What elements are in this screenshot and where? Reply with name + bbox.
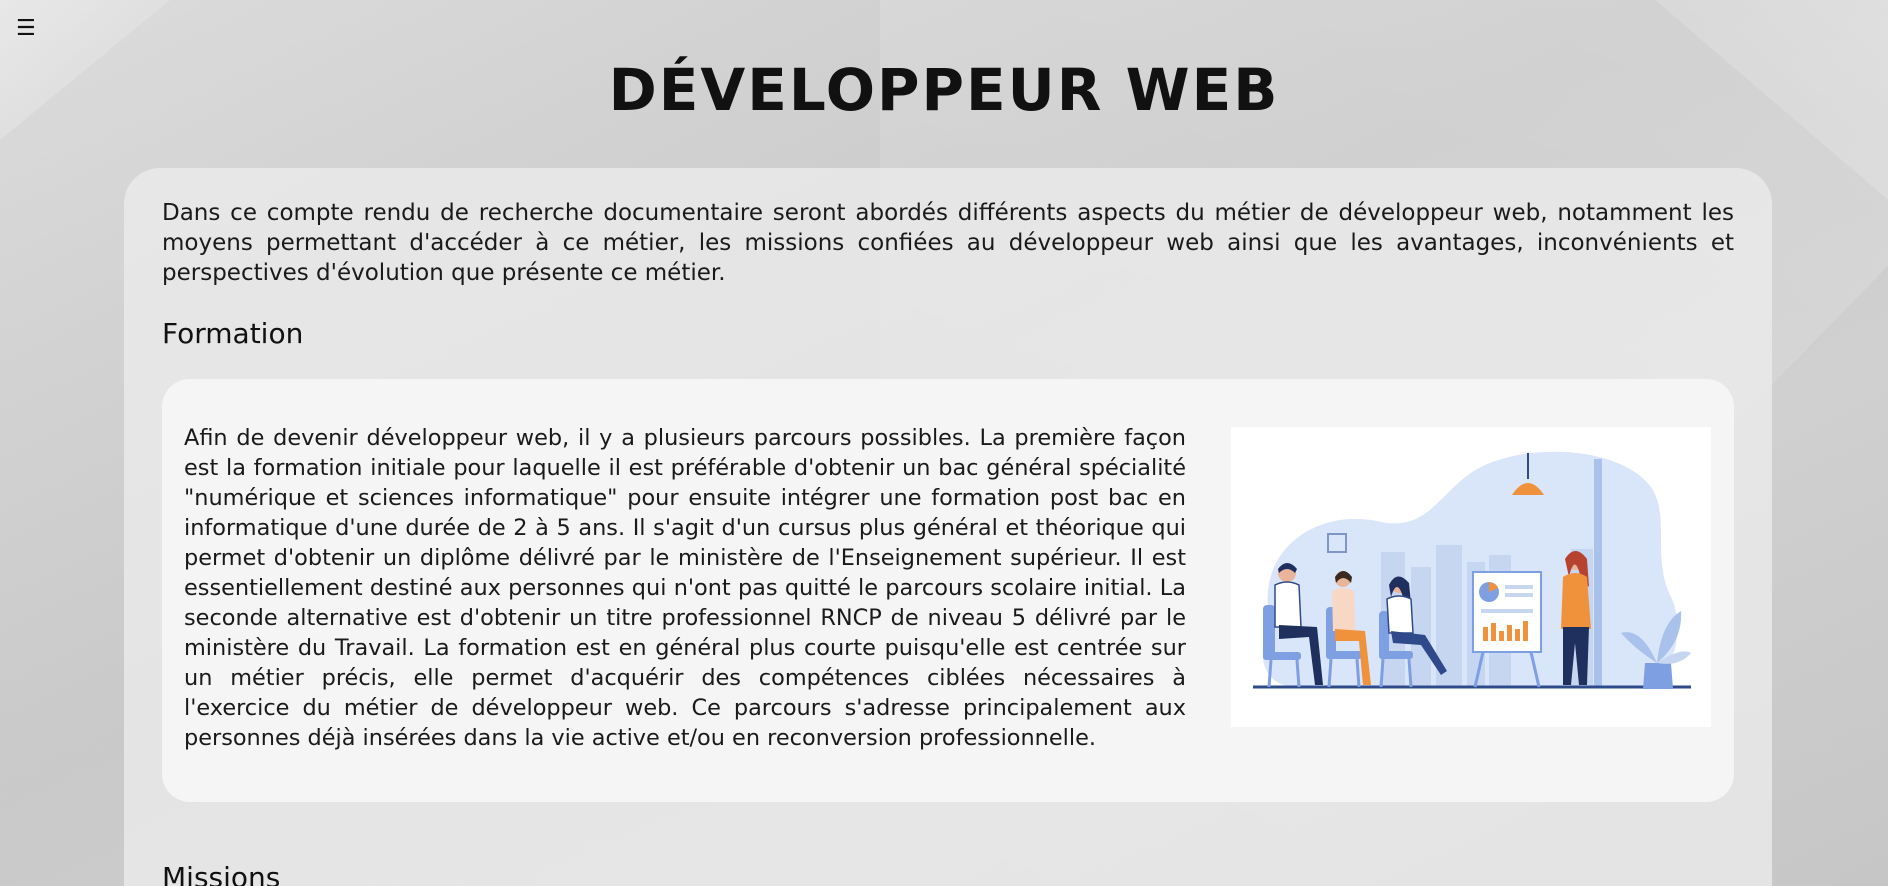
hamburger-menu-icon[interactable]: ☰ <box>16 18 38 40</box>
page-title: DÉVELOPPEUR WEB <box>608 56 1280 124</box>
formation-panel: Afin de devenir développeur web, il y a … <box>162 379 1734 802</box>
section-heading-formation: Formation <box>162 317 304 350</box>
content-card: Dans ce compte rendu de recherche docume… <box>124 168 1772 886</box>
formation-paragraph: Afin de devenir développeur web, il y a … <box>184 425 1186 751</box>
section-heading-missions: Missions <box>162 861 281 886</box>
intro-paragraph: Dans ce compte rendu de recherche docume… <box>162 200 1734 286</box>
training-presentation-illustration-icon <box>1231 427 1711 727</box>
